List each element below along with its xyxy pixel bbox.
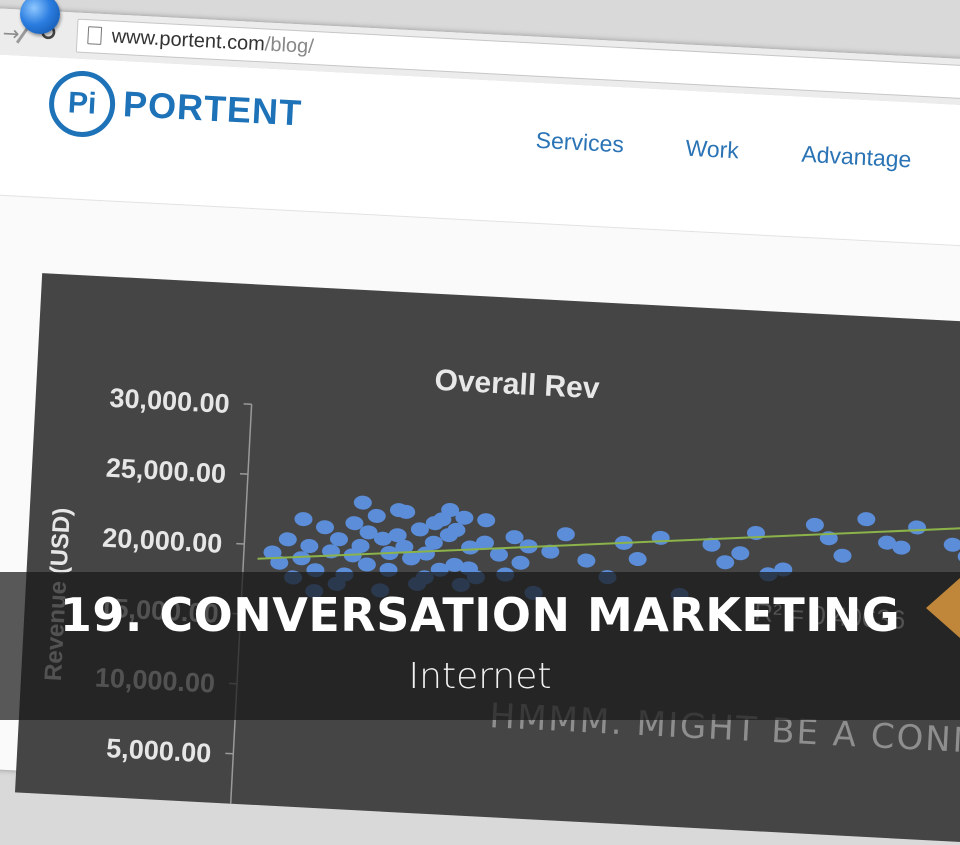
data-point: [477, 513, 496, 528]
y-tick-label: 30,000.00: [109, 383, 231, 419]
data-point: [833, 548, 852, 563]
data-point: [330, 532, 349, 547]
data-point: [316, 520, 335, 535]
data-point: [358, 557, 377, 572]
data-point: [628, 552, 647, 567]
y-tick-label: 25,000.00: [105, 453, 227, 489]
data-point: [511, 555, 530, 570]
caption-title: 19. CONVERSATION MARKETING: [0, 588, 960, 642]
data-point: [908, 520, 927, 535]
data-point: [731, 546, 750, 561]
data-point: [300, 539, 319, 554]
data-point: [353, 495, 372, 510]
data-point: [943, 537, 960, 552]
page-icon: [87, 26, 102, 45]
url-text[interactable]: www.portent.com/blog/: [111, 25, 314, 59]
caption-subtitle: Internet: [0, 656, 960, 697]
data-point: [857, 512, 876, 527]
data-point: [278, 532, 297, 547]
scatter-chart: Overall Rev30,000.0025,000.0020,000.0015…: [15, 273, 960, 845]
nav-advantage[interactable]: Advantage: [801, 141, 912, 174]
data-point: [294, 512, 313, 527]
url-host: www.portent.com: [111, 25, 265, 55]
nav-services[interactable]: Services: [535, 127, 624, 159]
chart-panel: Overall Rev30,000.0025,000.0020,000.0015…: [15, 273, 960, 845]
data-point: [577, 553, 596, 568]
chart-title: Overall Rev: [434, 364, 601, 406]
nav-work[interactable]: Work: [685, 135, 740, 165]
url-path: /blog/: [264, 33, 314, 58]
y-tick-label: 20,000.00: [102, 523, 224, 559]
data-point: [806, 517, 825, 532]
data-point: [345, 516, 364, 531]
data-point: [651, 530, 670, 545]
data-point: [292, 551, 311, 566]
data-point: [556, 527, 575, 542]
data-point: [716, 555, 735, 570]
data-point: [367, 508, 386, 523]
y-tick-label: 5,000.00: [106, 733, 213, 768]
data-point: [505, 530, 524, 545]
